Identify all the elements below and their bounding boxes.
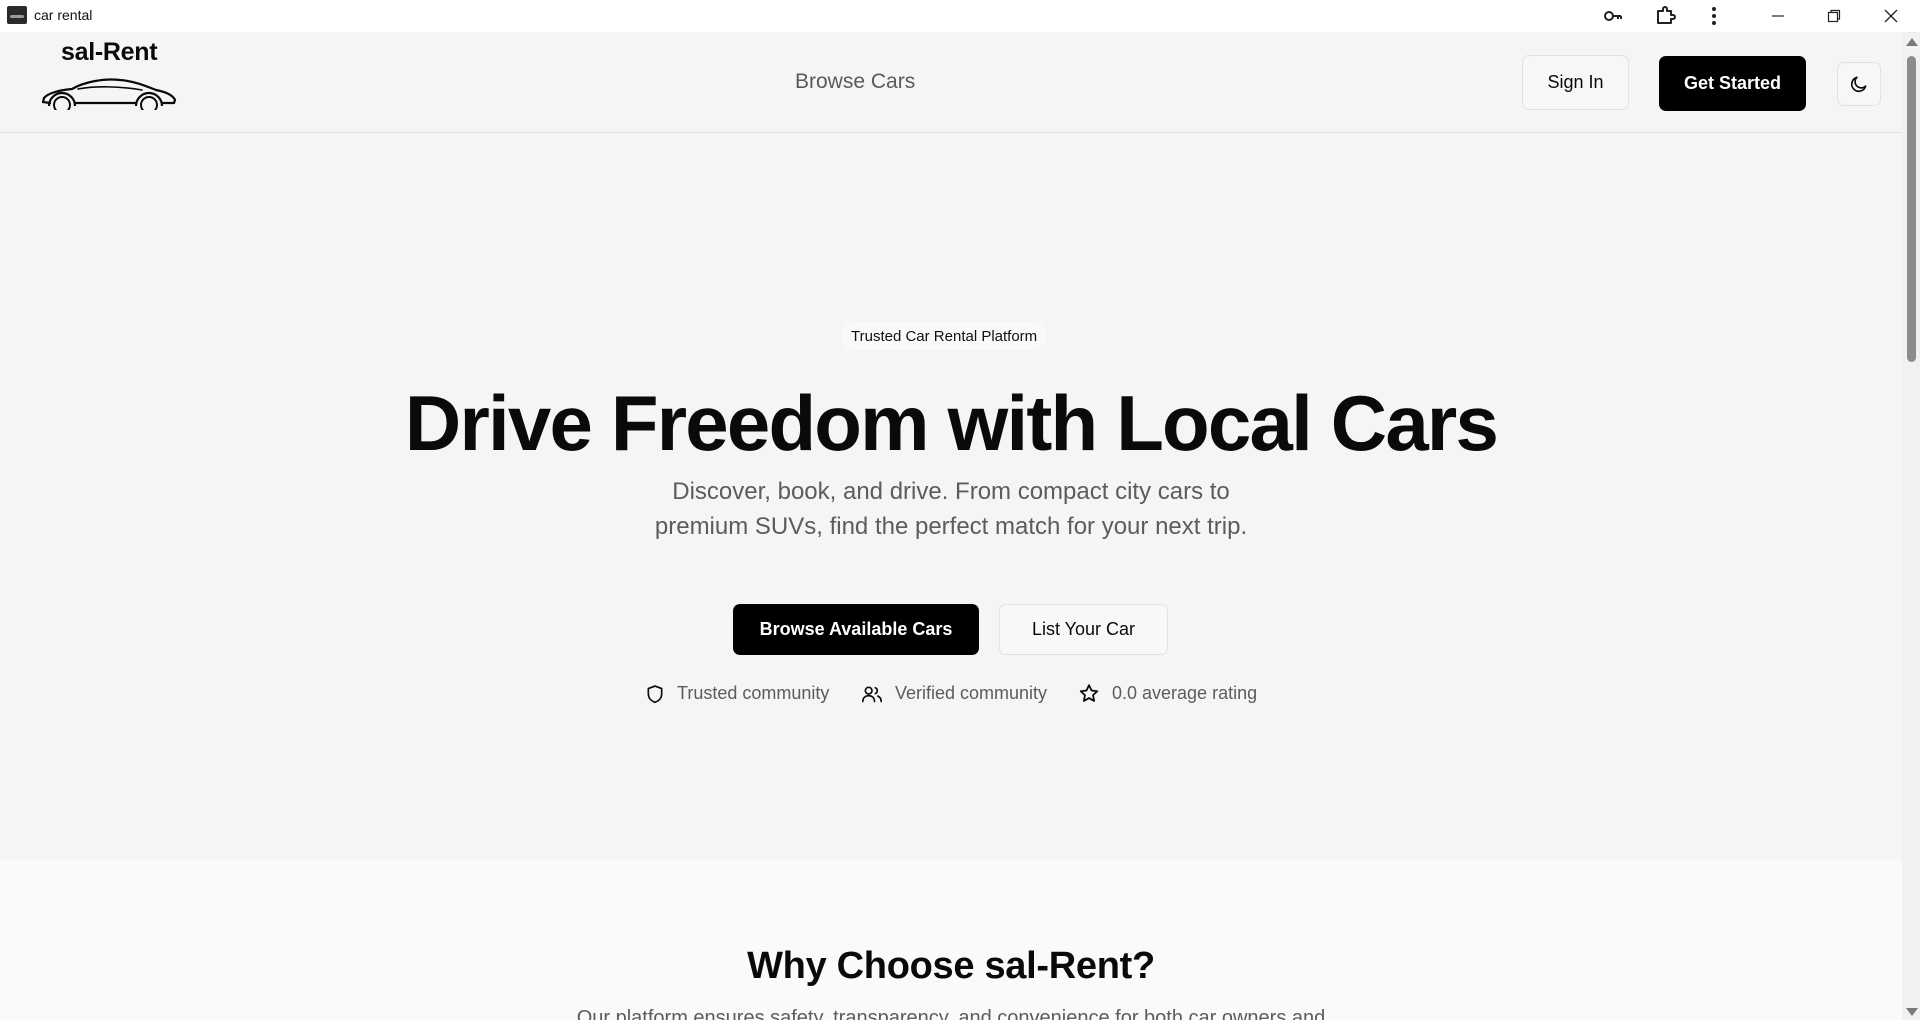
sign-in-button[interactable]: Sign In [1522,55,1629,110]
extensions-icon[interactable] [1645,0,1685,32]
users-icon [861,686,882,702]
stat-label: 0.0 average rating [1112,683,1258,703]
navbar: sal-Rent Browse Cars Sign In Get Started [0,32,1902,133]
hero-title: Drive Freedom with Local Cars [404,379,1499,467]
shield-icon [647,684,663,703]
page: sal-Rent Browse Cars Sign In Get Started… [0,32,1902,1020]
stat-label: Trusted community [677,683,830,703]
key-icon[interactable] [1593,0,1633,32]
page-scrollbar[interactable] [1902,32,1920,1020]
car-logo-icon [42,78,177,110]
moon-icon [1850,76,1867,93]
get-started-button[interactable]: Get Started [1659,56,1806,111]
why-text: Our platform ensures safety, transparenc… [576,1007,1326,1020]
stat-average-rating: 0.0 average rating [1078,683,1257,704]
browse-available-cars-button[interactable]: Browse Available Cars [733,604,979,655]
theme-toggle-button[interactable] [1837,62,1881,106]
close-icon[interactable] [1871,0,1911,32]
stat-label: Verified community [895,683,1048,703]
restore-icon[interactable] [1814,0,1854,32]
stat-verified-community: Verified community [861,683,1047,704]
minimize-icon[interactable] [1758,0,1798,32]
menu-dots-icon[interactable] [1694,0,1734,32]
scroll-down-arrow-icon[interactable] [1906,1008,1918,1016]
brand-logo[interactable]: sal-Rent [42,36,177,116]
list-your-car-button[interactable]: List Your Car [999,604,1168,655]
nav-link-browse-cars[interactable]: Browse Cars [795,70,915,94]
stat-trusted-community: Trusted community [645,683,829,704]
favicon-icon [7,6,27,24]
hero-subtitle-line-1: Discover, book, and drive. From compact … [672,478,1230,505]
why-title: Why Choose sal-Rent? [747,945,1155,987]
scroll-up-arrow-icon[interactable] [1906,38,1918,46]
hero-stats: Trusted community Verified community 0.0… [0,674,1902,714]
why-section: Why Choose sal-Rent? Our platform ensure… [0,860,1902,1020]
window-titlebar: car rental [0,0,1920,32]
star-icon [1079,684,1099,702]
hero-subtitle-line-2: premium SUVs, find the perfect match for… [654,513,1248,540]
hero-subtitle: Discover, book, and drive. From compact … [551,474,1351,544]
window-title: car rental [34,7,93,23]
hero-badge: Trusted Car Rental Platform [841,322,1048,350]
scrollbar-thumb[interactable] [1907,56,1916,362]
hero-section: Trusted Car Rental Platform Drive Freedo… [0,134,1902,860]
brand-name: sal-Rent [61,38,158,66]
